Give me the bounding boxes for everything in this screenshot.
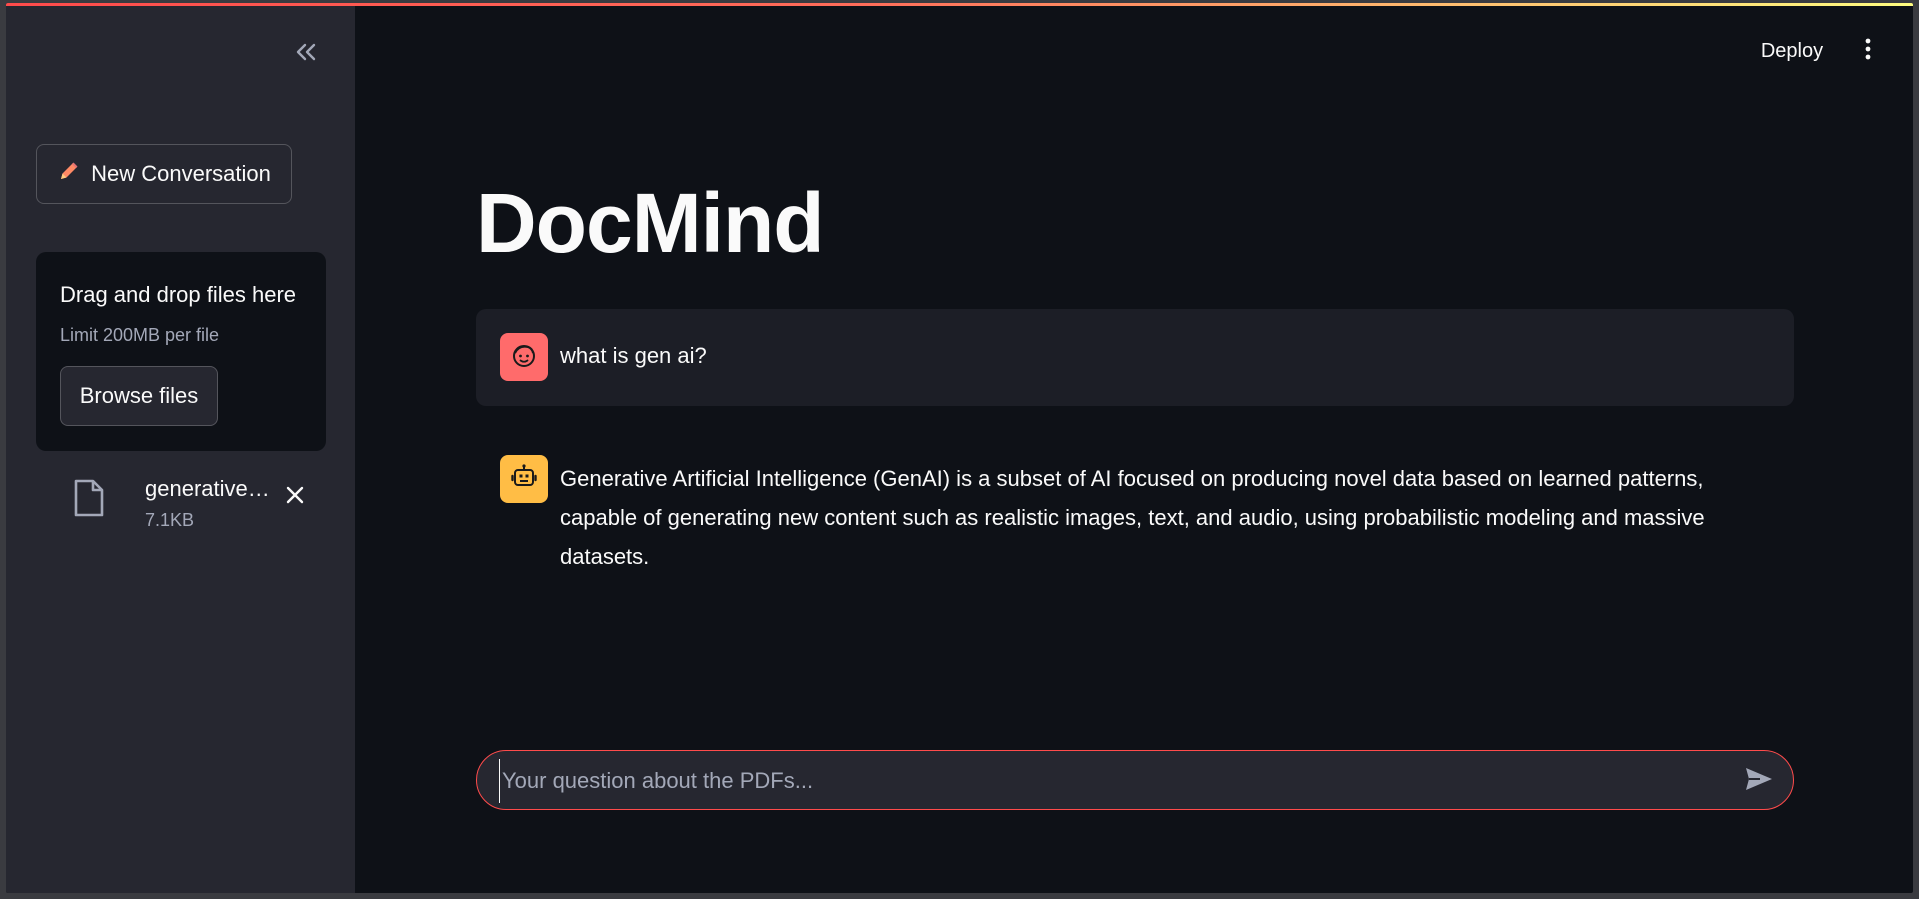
double-chevron-left-icon xyxy=(294,42,318,67)
chat-input-field[interactable] xyxy=(499,759,1724,803)
file-uploader-dropzone[interactable]: Drag and drop files here Limit 200MB per… xyxy=(36,252,326,451)
file-icon xyxy=(72,478,106,523)
uploader-limit: Limit 200MB per file xyxy=(60,325,220,345)
user-avatar xyxy=(500,333,548,381)
user-face-icon xyxy=(510,341,538,374)
send-button[interactable] xyxy=(1741,763,1777,799)
file-name: generative… xyxy=(145,476,270,501)
uploaded-file-item: generative… 7.1KB xyxy=(36,468,326,534)
assistant-avatar xyxy=(500,455,548,503)
new-conversation-button[interactable]: New Conversation xyxy=(36,144,292,204)
main-menu-button[interactable] xyxy=(1852,33,1884,69)
browse-files-button[interactable]: Browse files xyxy=(60,366,218,426)
file-size: 7.1KB xyxy=(145,510,195,530)
assistant-message-text: Generative Artificial Intelligence (GenA… xyxy=(560,466,1705,569)
user-message-text: what is gen ai? xyxy=(560,343,707,368)
uploader-title: Drag and drop files here xyxy=(60,282,297,307)
assistant-message: Generative Artificial Intelligence (GenA… xyxy=(476,443,1794,583)
send-icon xyxy=(1744,766,1774,797)
kebab-menu-icon xyxy=(1864,38,1872,65)
page-title: DocMind xyxy=(476,176,825,270)
sidebar: New Conversation Drag and drop files her… xyxy=(6,6,355,893)
new-conversation-label: New Conversation xyxy=(91,161,271,186)
user-message: what is gen ai? xyxy=(476,309,1794,406)
chat-input-container xyxy=(476,750,1794,810)
deploy-button[interactable]: Deploy xyxy=(1752,33,1832,69)
app-window: New Conversation Drag and drop files her… xyxy=(6,3,1913,893)
remove-file-button[interactable] xyxy=(280,482,310,512)
pencil-icon xyxy=(57,159,81,189)
robot-icon xyxy=(510,463,538,496)
collapse-sidebar-button[interactable] xyxy=(288,38,324,70)
close-icon xyxy=(285,485,305,510)
